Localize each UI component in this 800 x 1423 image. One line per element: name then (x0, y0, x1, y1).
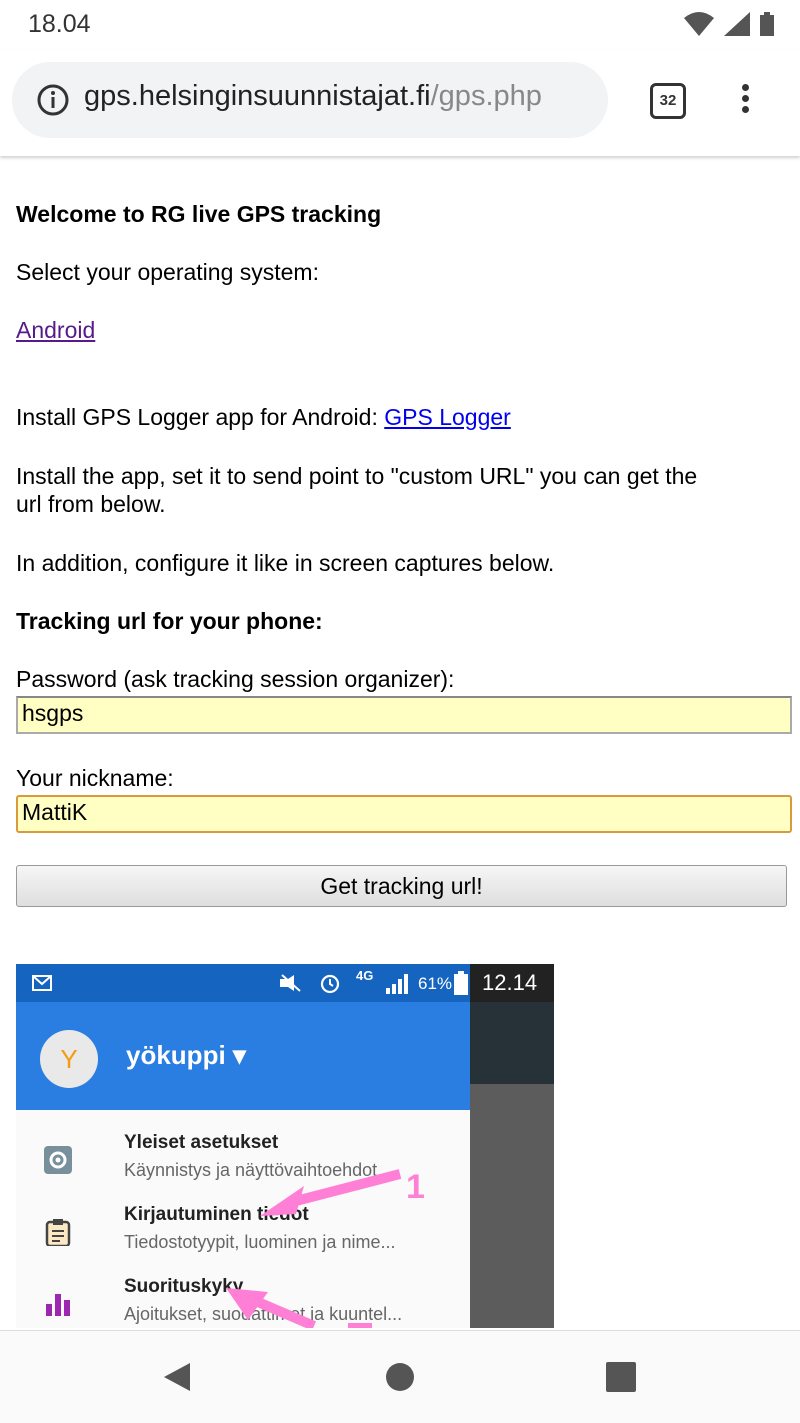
get-tracking-url-button[interactable]: Get tracking url! (16, 865, 787, 907)
screenshot-time: 12.14 (470, 964, 554, 1002)
install-instructions-1: Install the app, set it to send point to… (16, 463, 698, 489)
android-link[interactable]: Android (16, 317, 95, 343)
avatar: Y (40, 1030, 98, 1088)
alarm-icon (320, 974, 340, 994)
browser-toolbar: gps.helsinginsuunnistajat.fi/gps.php 32 (0, 50, 800, 156)
signal-icon (386, 974, 408, 994)
nickname-input[interactable]: MattiK (16, 795, 792, 833)
mail-icon (32, 975, 52, 991)
configure-text: In addition, configure it like in screen… (16, 550, 555, 576)
recents-icon[interactable] (606, 1362, 636, 1392)
screenshot-dark-panel (470, 1002, 554, 1084)
screenshot-grey-panel (470, 1084, 554, 1328)
tracking-heading: Tracking url for your phone: (16, 608, 323, 634)
battery-icon (760, 12, 774, 36)
page-title: Welcome to RG live GPS tracking (16, 201, 382, 227)
url-host: gps.helsinginsuunnistajat.fi (84, 80, 431, 112)
annotation-number: 1 (406, 1168, 425, 1206)
home-icon[interactable] (385, 1362, 415, 1392)
network-type: 4G (356, 968, 374, 983)
mute-icon (280, 974, 301, 992)
address-bar[interactable]: gps.helsinginsuunnistajat.fi/gps.php (12, 62, 608, 138)
item-subtitle: Tiedostotyypit, luominen ja nime... (124, 1232, 396, 1252)
gps-logger-link[interactable]: GPS Logger (384, 404, 511, 430)
info-icon[interactable] (36, 83, 70, 117)
select-os-label: Select your operating system: (16, 259, 319, 285)
back-icon[interactable] (162, 1361, 192, 1393)
screenshot-app-header: Y yökuppi ▾ (16, 1002, 470, 1110)
clipboard-icon (45, 1219, 71, 1246)
gear-icon (44, 1146, 72, 1174)
annotation-arrow-icon (260, 1169, 402, 1216)
status-time: 18.04 (28, 10, 91, 38)
password-label: Password (ask tracking session organizer… (16, 666, 455, 692)
dropdown-caret-icon: ▾ (232, 1040, 246, 1070)
install-instructions-2: url from below. (16, 491, 166, 517)
item-title: Yleiset asetukset (124, 1132, 279, 1153)
signal-icon (724, 12, 750, 36)
url-path: /gps.php (430, 80, 542, 112)
battery-icon (454, 971, 468, 995)
install-line: Install GPS Logger app for Android: GPS … (16, 404, 511, 431)
annotation-arrow-icon (226, 1288, 372, 1328)
install-text: Install GPS Logger app for Android: (16, 404, 385, 430)
overflow-menu-icon[interactable] (738, 84, 752, 117)
screenshot-status-bar: 4G 61% (16, 964, 470, 1002)
app-screenshot-image: 4G 61% 12.14 Y yökuppi ▾ Yleiset asetuks… (16, 964, 554, 1328)
bar-chart-icon (46, 1294, 70, 1316)
nickname-label: Your nickname: (16, 765, 174, 791)
navigation-bar (0, 1330, 800, 1423)
status-icons (684, 12, 774, 36)
status-bar: 18.04 (0, 0, 800, 50)
tab-switcher-button[interactable]: 32 (650, 83, 686, 119)
wifi-icon (684, 12, 714, 36)
url-text[interactable]: gps.helsinginsuunnistajat.fi/gps.php (84, 80, 542, 113)
account-name: yökuppi ▾ (126, 1040, 246, 1070)
password-input[interactable]: hsgps (16, 696, 792, 734)
battery-percent: 61% (418, 974, 453, 993)
